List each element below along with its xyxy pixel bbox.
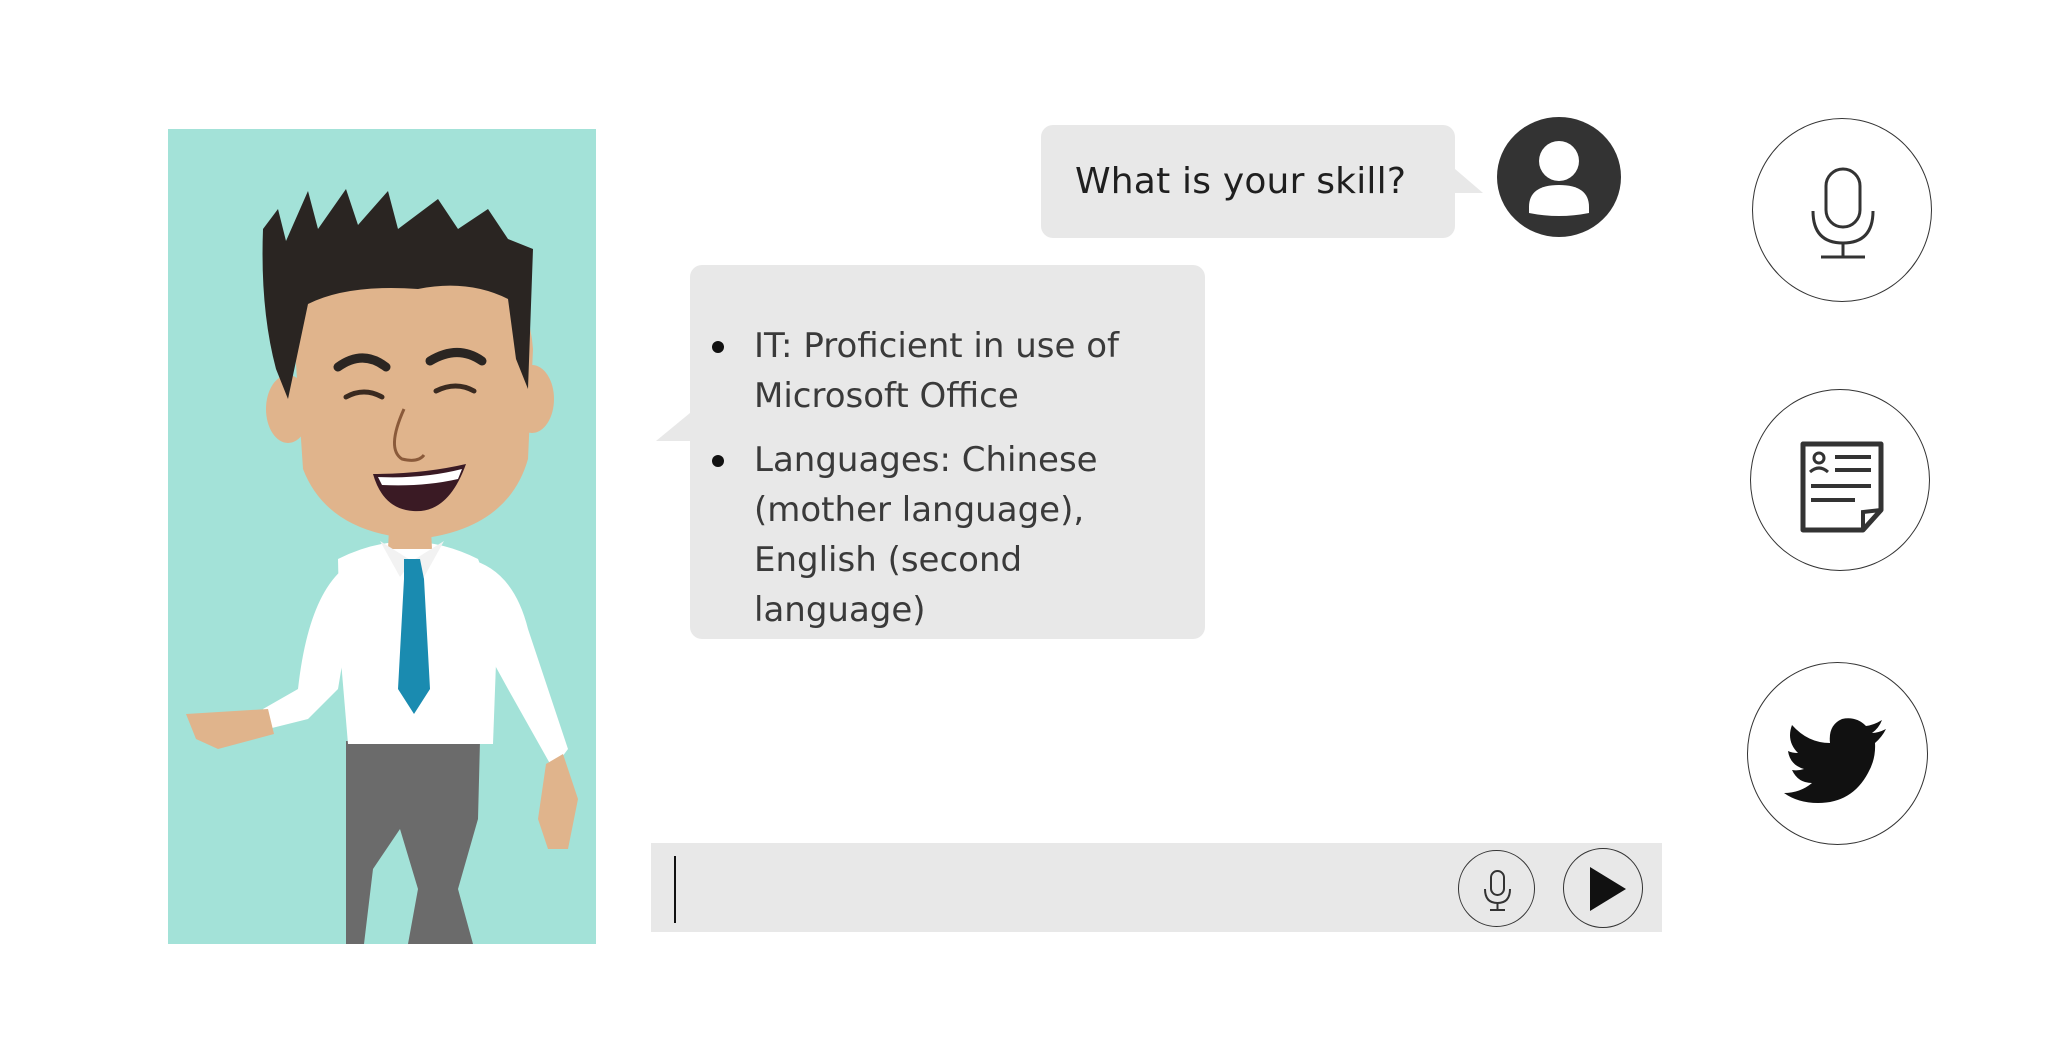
play-send-icon bbox=[1590, 867, 1626, 911]
list-item: IT: Proficient in use of Microsoft Offic… bbox=[712, 321, 1195, 421]
input-mic-button[interactable] bbox=[1458, 850, 1535, 927]
twitter-button[interactable] bbox=[1747, 662, 1928, 845]
bot-message-bubble: IT: Proficient in use of Microsoft Offic… bbox=[656, 265, 1205, 639]
user-message-text: What is your skill? bbox=[1075, 161, 1407, 202]
voice-mode-button[interactable] bbox=[1752, 118, 1932, 302]
bot-skill-text: IT: Proficient in use of Microsoft Offic… bbox=[754, 326, 1119, 416]
bot-skill-list: IT: Proficient in use of Microsoft Offic… bbox=[712, 321, 1195, 635]
bullet-icon bbox=[712, 455, 724, 467]
list-item: Languages: Chinese (mother language), En… bbox=[712, 435, 1195, 635]
microphone-icon bbox=[1484, 870, 1511, 911]
bullet-icon bbox=[712, 341, 724, 353]
message-input[interactable] bbox=[671, 855, 1081, 920]
send-button[interactable] bbox=[1563, 848, 1643, 928]
resume-document-icon bbox=[1800, 441, 1884, 533]
twitter-bird-icon bbox=[1784, 718, 1886, 803]
user-icon bbox=[1497, 117, 1621, 237]
bot-skill-text: Languages: Chinese (mother language), En… bbox=[754, 440, 1098, 630]
cartoon-man-illustration bbox=[186, 189, 578, 944]
message-input-bar bbox=[651, 843, 1662, 932]
microphone-icon bbox=[1811, 167, 1875, 259]
text-caret bbox=[674, 856, 676, 923]
avatar-panel bbox=[168, 129, 596, 944]
resume-button[interactable] bbox=[1750, 389, 1930, 571]
user-message-bubble: What is your skill? bbox=[1041, 125, 1483, 238]
